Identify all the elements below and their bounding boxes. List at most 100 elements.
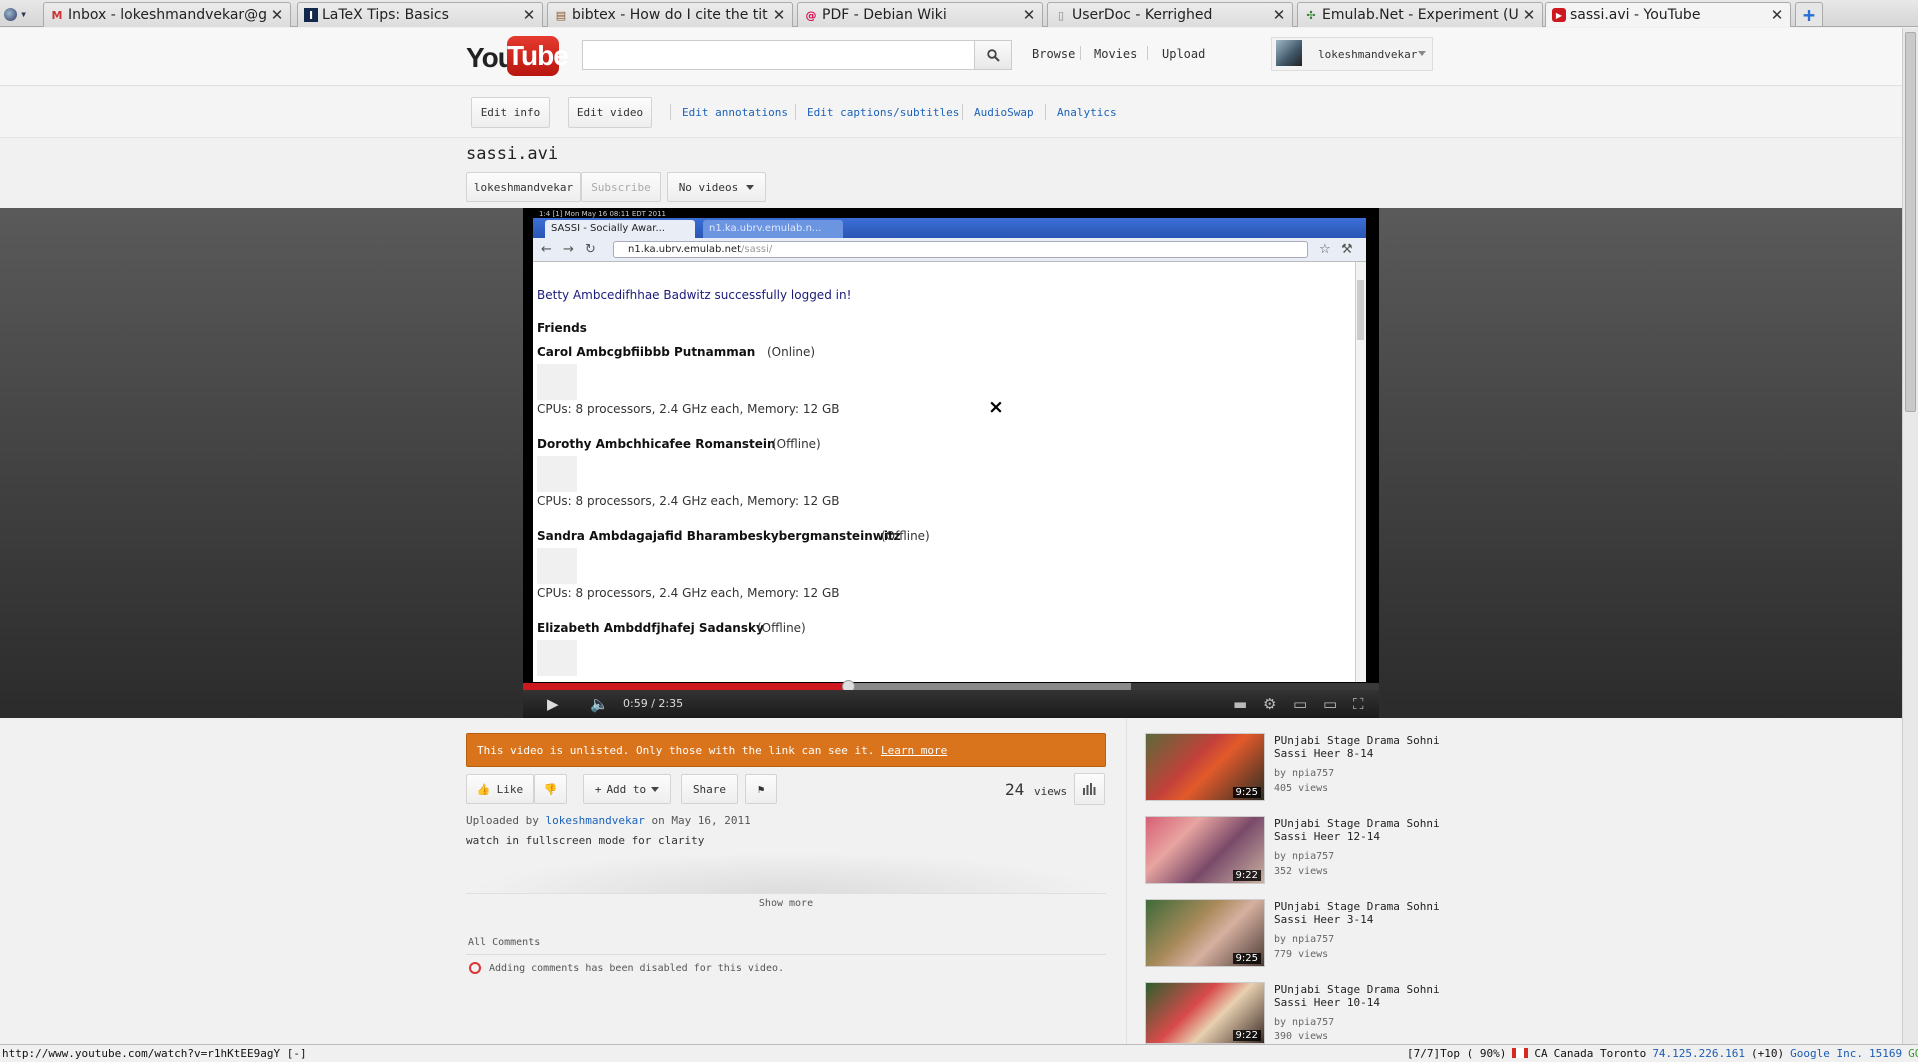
related-title[interactable]: PUnjabi Stage Drama Sohni Sassi Heer 3-1…	[1274, 900, 1444, 926]
browser-tab-kerrighed[interactable]: ▯ UserDoc - Kerrighed ✕	[1047, 2, 1293, 27]
show-more-button[interactable]: Show more	[466, 893, 1106, 915]
server-timezone: (+10)	[1751, 1047, 1785, 1060]
stats-button[interactable]	[1074, 773, 1105, 805]
related-thumbnail[interactable]: 9:22	[1145, 816, 1265, 884]
annotation-close-button[interactable]: ×	[988, 396, 1004, 418]
uploader-link[interactable]: lokeshmandvekar	[545, 814, 644, 827]
tab-title: sassi.avi - YouTube	[1570, 7, 1701, 23]
upload-prefix: Uploaded by	[466, 814, 539, 827]
edit-annotations-link[interactable]: Edit annotations	[682, 106, 788, 119]
username[interactable]: lokeshmandvekar	[1318, 48, 1417, 61]
channel-videos-dropdown[interactable]: No videos	[667, 172, 766, 202]
friend-name: Elizabeth Ambddfjhafej Sadansky	[537, 621, 764, 635]
friend-avatar	[537, 640, 577, 676]
unlisted-notice: This video is unlisted. Only those with …	[466, 733, 1106, 767]
browser-tab-debian[interactable]: @ PDF - Debian Wiki ✕	[797, 2, 1043, 27]
browser-tab-bibtex[interactable]: ▤ bibtex - How do I cite the title ... ✕	[547, 2, 793, 27]
star-icon: ☆	[1319, 242, 1331, 257]
comments-disabled-notice: Adding comments has been disabled for th…	[469, 962, 784, 974]
popout-icon[interactable]: ▭	[1293, 695, 1307, 713]
search-button[interactable]	[974, 40, 1012, 70]
edit-video-button[interactable]: Edit video	[568, 97, 652, 128]
audioswap-link[interactable]: AudioSwap	[974, 106, 1034, 119]
page-scrollbar-thumb[interactable]	[1905, 32, 1916, 412]
related-views: 352 views	[1274, 866, 1329, 877]
tab-title: LaTeX Tips: Basics	[322, 7, 449, 23]
close-icon[interactable]: ✕	[1022, 6, 1036, 24]
related-channel[interactable]: by npia757	[1274, 768, 1334, 779]
friend-status: (Offline)	[772, 437, 821, 451]
server-isp: Google Inc.	[1790, 1047, 1864, 1060]
debian-icon: @	[805, 8, 817, 22]
related-title[interactable]: PUnjabi Stage Drama Sohni Sassi Heer 12-…	[1274, 817, 1444, 843]
close-icon[interactable]: ✕	[270, 6, 284, 24]
share-button[interactable]: Share	[681, 774, 738, 804]
analytics-link[interactable]: Analytics	[1057, 106, 1117, 119]
nav-movies[interactable]: Movies	[1094, 47, 1137, 61]
chevron-down-icon[interactable]	[1418, 51, 1426, 56]
friend-spec: CPUs: 8 processors, 2.4 GHz each, Memory…	[537, 494, 840, 508]
dislike-button[interactable]: 👎	[534, 774, 567, 804]
related-channel[interactable]: by npia757	[1274, 934, 1334, 945]
related-channel[interactable]: by npia757	[1274, 851, 1334, 862]
search-input[interactable]	[582, 40, 975, 70]
related-thumbnail[interactable]: 9:25	[1145, 899, 1265, 967]
server-location: Canada Toronto	[1553, 1047, 1647, 1060]
divider	[466, 954, 1106, 955]
subscribe-button[interactable]: Subscribe	[581, 172, 661, 202]
login-message: Betty Ambcedifhhae Badwitz successfully …	[537, 288, 852, 302]
wrench-icon: ⚒	[1341, 242, 1353, 257]
browser-tab-youtube[interactable]: ▶ sassi.avi - YouTube ✕	[1545, 2, 1791, 27]
avatar[interactable]	[1276, 40, 1302, 66]
time-display: 0:59 / 2:35	[623, 697, 684, 710]
related-title[interactable]: PUnjabi Stage Drama Sohni Sassi Heer 10-…	[1274, 983, 1444, 1009]
youtube-logo[interactable]: You Tube	[466, 36, 569, 76]
progress-bar[interactable]	[523, 683, 848, 690]
channel-owner-button[interactable]: lokeshmandvekar	[466, 172, 581, 202]
add-to-button[interactable]: + Add to	[583, 774, 671, 804]
edit-captions-link[interactable]: Edit captions/subtitles	[807, 106, 959, 119]
edit-info-button[interactable]: Edit info	[471, 97, 550, 128]
browser-tab-latex[interactable]: I LaTeX Tips: Basics ✕	[297, 2, 543, 27]
captions-icon[interactable]: ▬	[1233, 695, 1247, 713]
theater-mode-icon[interactable]: ▭	[1323, 695, 1337, 713]
views-label: views	[1034, 785, 1068, 798]
gear-icon[interactable]: ⚙	[1263, 695, 1276, 713]
plus-icon: +	[594, 782, 602, 796]
new-tab-button[interactable]: +	[1795, 2, 1823, 27]
page-icon: ▯	[1057, 8, 1065, 22]
nav-upload[interactable]: Upload	[1162, 47, 1205, 61]
recorded-address-bar: ← → ↻ n1.ka.ubrv.emulab.net/sassi/ ☆ ⚒	[533, 238, 1366, 262]
volume-icon[interactable]: 🔈	[590, 695, 609, 713]
related-thumbnail[interactable]: 9:25	[1145, 733, 1265, 801]
recorded-tab-emulab: n1.ka.ubrv.emulab.n...	[703, 220, 843, 238]
related-channel[interactable]: by npia757	[1274, 1017, 1334, 1028]
learn-more-link[interactable]: Learn more	[881, 744, 947, 757]
nav-browse[interactable]: Browse	[1032, 47, 1075, 61]
browser-tab-gmail[interactable]: M Inbox - lokeshmandvekar@g... ✕	[43, 2, 291, 27]
related-thumbnail[interactable]: 9:22	[1145, 982, 1265, 1044]
video-frame[interactable]: 1:4 [1] Mon May 16 08:11 EDT 2011 SASSI …	[533, 210, 1366, 682]
close-icon[interactable]: ✕	[1770, 6, 1784, 24]
tex-stackexchange-icon: ▤	[555, 8, 567, 22]
like-button[interactable]: 👍 Like	[466, 774, 534, 804]
flag-button[interactable]: ⚑	[745, 774, 777, 804]
friend-spec: CPUs: 8 processors, 2.4 GHz each, Memory…	[537, 402, 840, 416]
close-icon[interactable]: ✕	[772, 6, 786, 24]
friend-avatar	[537, 456, 577, 492]
browser-menu-button[interactable]: ▾	[4, 4, 34, 24]
separator	[962, 104, 963, 120]
play-icon[interactable]: ▶	[547, 695, 559, 713]
close-icon[interactable]: ✕	[1272, 6, 1286, 24]
scroll-position: [7/7]Top ( 90%)	[1407, 1047, 1507, 1060]
close-icon[interactable]: ✕	[522, 6, 536, 24]
uiuc-icon: I	[304, 8, 318, 22]
close-icon[interactable]: ✕	[1522, 6, 1536, 24]
server-ip: 74.125.226.161	[1652, 1047, 1746, 1060]
fullscreen-icon[interactable]: ⛶	[1353, 695, 1364, 713]
duration-badge: 9:25	[1232, 787, 1261, 798]
browser-tab-emulab[interactable]: ✣ Emulab.Net - Experiment (UB... ✕	[1297, 2, 1543, 27]
status-url: http://www.youtube.com/watch?v=r1hKtEE9a…	[2, 1047, 307, 1060]
related-title[interactable]: PUnjabi Stage Drama Sohni Sassi Heer 8-1…	[1274, 734, 1444, 760]
thumbs-up-icon: 👍	[476, 782, 491, 796]
